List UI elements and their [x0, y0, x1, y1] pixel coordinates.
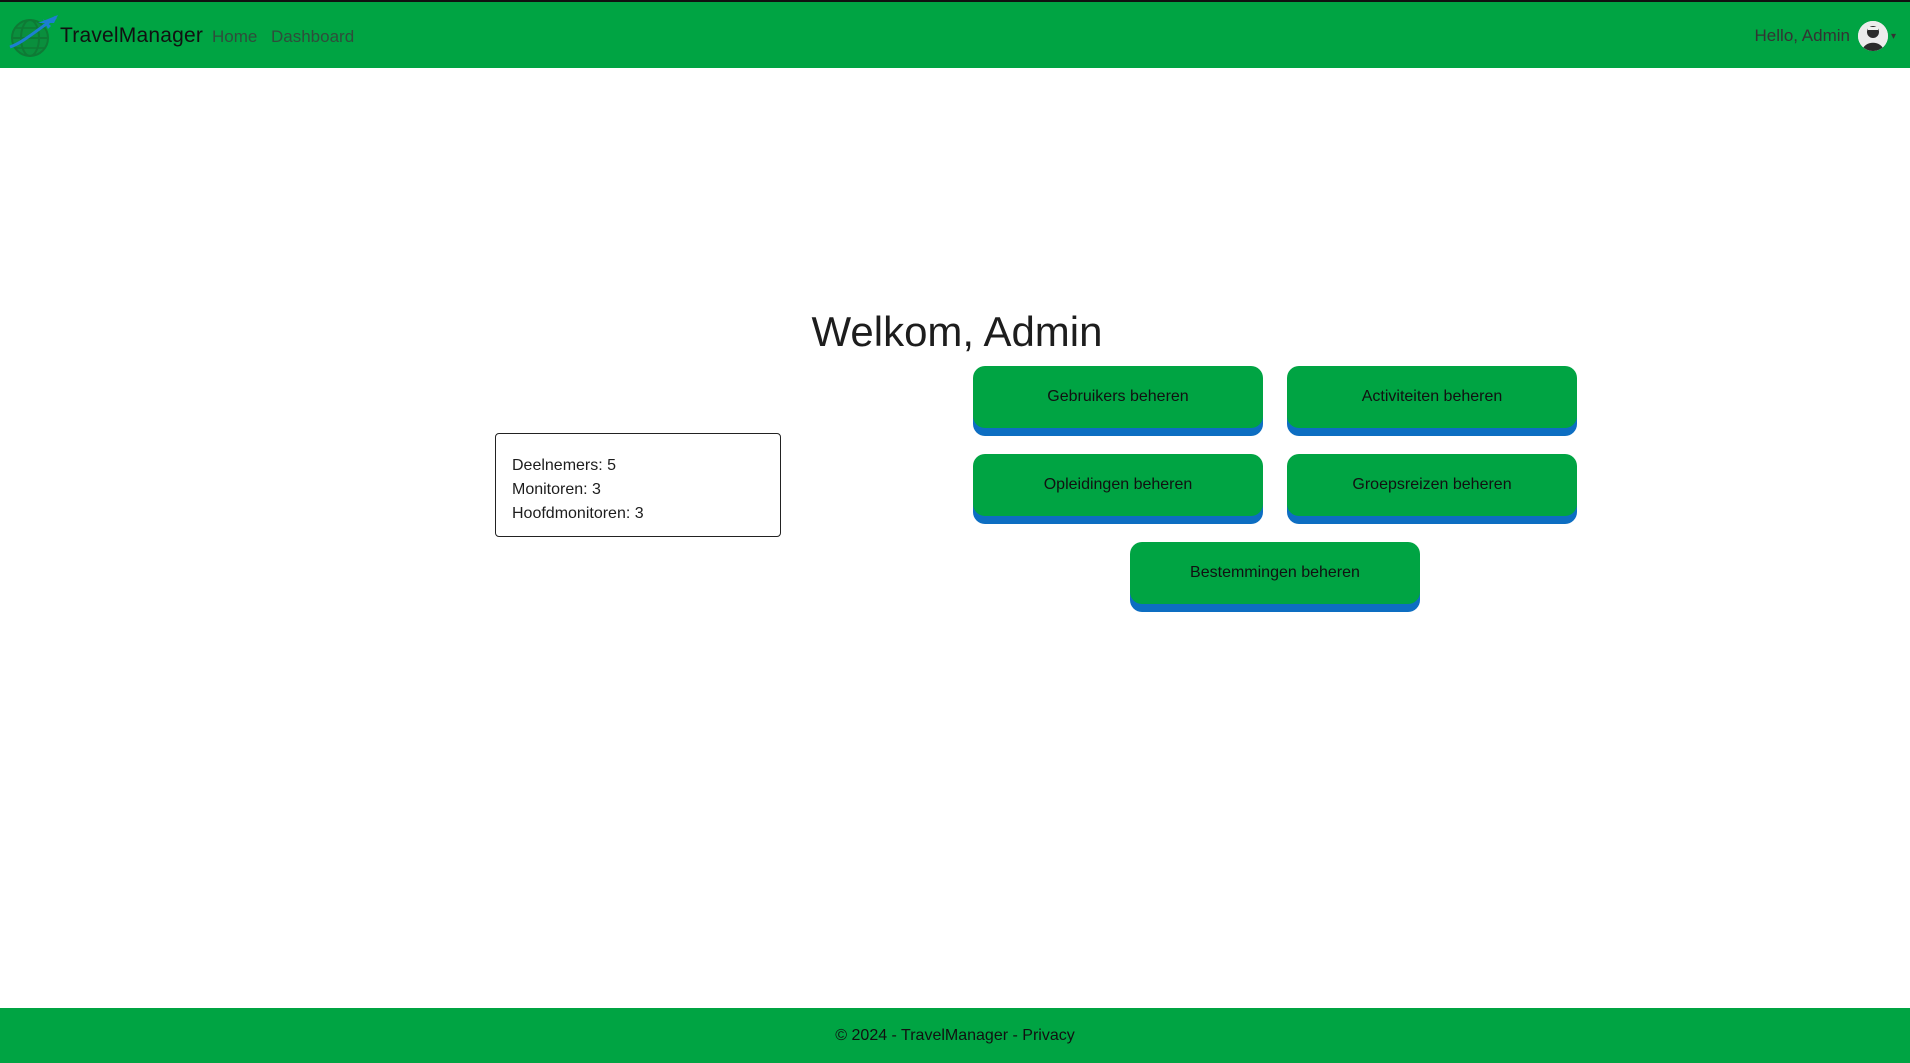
globe-plane-icon	[8, 13, 60, 59]
brand-link[interactable]: TravelManager	[8, 13, 203, 59]
nav-dashboard-link[interactable]: Dashboard	[271, 27, 354, 47]
stats-card: Deelnemers: 5 Monitoren: 3 Hoofdmonitore…	[495, 433, 781, 537]
manage-group-trips-button[interactable]: Groepsreizen beheren	[1287, 454, 1577, 516]
stat-monitoren: Monitoren: 3	[512, 481, 601, 498]
top-navbar: TravelManager Home Dashboard Hello, Admi…	[0, 2, 1910, 68]
footer-copyright: © 2024 - TravelManager -	[835, 1026, 1023, 1044]
user-greeting: Hello, Admin	[1754, 26, 1850, 45]
manage-destinations-button[interactable]: Bestemmingen beheren	[1130, 542, 1420, 604]
user-menu-dropdown[interactable]: Hello, Admin ▾	[1755, 20, 1896, 52]
brand-name: TravelManager	[60, 24, 204, 47]
user-avatar-icon[interactable]	[1857, 21, 1888, 51]
stat-hoofdmonitoren: Hoofdmonitoren: 3	[512, 505, 644, 522]
manage-activities-button[interactable]: Activiteiten beheren	[1287, 366, 1577, 428]
manage-trainings-button[interactable]: Opleidingen beheren	[973, 454, 1263, 516]
manage-users-button[interactable]: Gebruikers beheren	[973, 366, 1263, 428]
page-title: Welkom, Admin	[811, 308, 1103, 355]
chevron-down-icon[interactable]: ▾	[1891, 31, 1896, 42]
nav-home-link[interactable]: Home	[212, 27, 257, 47]
page-footer: © 2024 - TravelManager - Privacy	[0, 1008, 1910, 1063]
privacy-link[interactable]: Privacy	[1022, 1027, 1074, 1045]
stat-deelnemers: Deelnemers: 5	[512, 457, 617, 474]
